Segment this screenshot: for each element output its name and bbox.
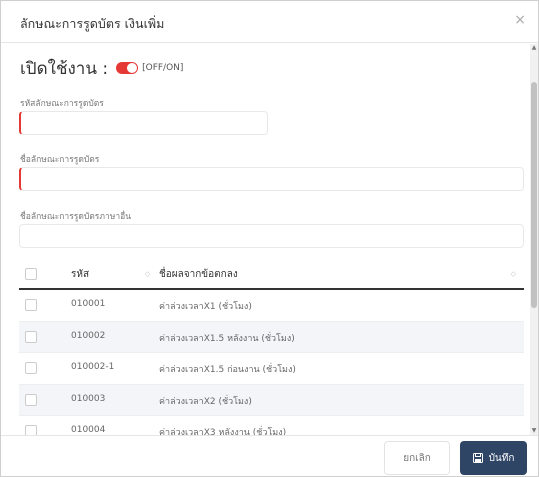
alt-name-field-label: ชื่อลักษณะการรูดบัตรภาษาอื่น <box>20 212 132 222</box>
table-row[interactable]: 010004 ค่าล่วงเวลาX3 หลังงาน (ชั่วโมง) <box>19 416 524 435</box>
toggle-state-text: [OFF/ON] <box>142 63 184 73</box>
table-header: รหัส ◇ ชื่อผลจากข้อตกลง ◇ <box>19 258 524 290</box>
row-name: ค่าล่วงเวลาX1.5 หลังงาน (ชั่วโมง) <box>159 333 295 344</box>
scroll-down-arrow-icon[interactable]: ▼ <box>530 427 538 435</box>
name-input[interactable] <box>19 167 524 191</box>
table-row[interactable]: 010002-1 ค่าล่วงเวลาX1.5 ก่อนงาน (ชั่วโม… <box>19 353 524 385</box>
code-field-label: รหัสลักษณะการรูดบัตร <box>20 99 104 109</box>
row-checkbox[interactable] <box>25 330 37 343</box>
table-row[interactable]: 010001 ค่าล่วงเวลาX1 (ชั่วโมง) <box>19 290 524 322</box>
name-field-label: ชื่อลักษณะการรูดบัตร <box>20 155 100 165</box>
modal-header: ลักษณะการรูดบัตร เงินเพิ่ม × <box>1 1 538 43</box>
cancel-button[interactable]: ยกเลิก <box>384 441 450 475</box>
row-name: ค่าล่วงเวลาX2 (ชั่วโมง) <box>159 396 252 407</box>
modal-title: ลักษณะการรูดบัตร เงินเพิ่ม <box>20 16 165 31</box>
save-button[interactable]: บันทึก <box>460 441 527 475</box>
table-row[interactable]: 010002 ค่าล่วงเวลาX1.5 หลังงาน (ชั่วโมง) <box>19 321 524 353</box>
row-name: ค่าล่วงเวลาX1.5 ก่อนงาน (ชั่วโมง) <box>159 365 296 375</box>
row-checkbox[interactable] <box>25 299 37 311</box>
header-name[interactable]: ชื่อผลจากข้อตกลง <box>159 267 238 282</box>
sort-icon[interactable]: ◇ <box>511 270 516 278</box>
close-icon[interactable]: × <box>514 12 526 28</box>
results-table: รหัส ◇ ชื่อผลจากข้อตกลง ◇ 010001 ค่าล่วง… <box>19 258 524 435</box>
modal-body: เปิดใช้งาน : [OFF/ON] รหัสลักษณะการรูดบั… <box>1 44 532 435</box>
row-name: ค่าล่วงเวลาX3 หลังงาน (ชั่วโมง) <box>159 428 287 435</box>
select-all-checkbox[interactable] <box>25 268 37 280</box>
scrollbar-thumb[interactable] <box>531 82 537 308</box>
row-name: ค่าล่วงเวลาX1 (ชั่วโมง) <box>159 302 252 312</box>
row-checkbox[interactable] <box>25 393 37 406</box>
sort-icon[interactable]: ◇ <box>145 270 150 278</box>
table-row[interactable]: 010003 ค่าล่วงเวลาX2 (ชั่วโมง) <box>19 384 524 416</box>
row-checkbox[interactable] <box>25 362 37 374</box>
row-code: 010004 <box>71 425 106 435</box>
scroll-up-arrow-icon[interactable]: ▲ <box>530 44 538 52</box>
row-code: 010002 <box>71 330 106 341</box>
active-toggle-switch[interactable] <box>116 62 139 74</box>
header-code[interactable]: รหัส <box>71 267 89 282</box>
save-button-label: บันทึก <box>488 452 515 464</box>
alt-name-input[interactable] <box>19 224 524 248</box>
row-checkbox[interactable] <box>25 425 37 435</box>
row-code: 010001 <box>71 299 106 309</box>
floppy-disk-icon <box>472 453 483 463</box>
code-input[interactable] <box>19 111 268 135</box>
modal-footer: ยกเลิก บันทึก <box>1 435 538 476</box>
row-code: 010002-1 <box>71 362 115 372</box>
toggle-knob <box>127 63 138 73</box>
row-code: 010003 <box>71 393 106 404</box>
vertical-scrollbar[interactable]: ▲ ▼ <box>530 44 538 435</box>
active-toggle-label: เปิดใช้งาน : <box>20 58 109 79</box>
edit-swipe-type-modal: ลักษณะการรูดบัตร เงินเพิ่ม × เปิดใช้งาน … <box>0 0 539 477</box>
active-toggle-row: เปิดใช้งาน : [OFF/ON] <box>20 57 183 79</box>
